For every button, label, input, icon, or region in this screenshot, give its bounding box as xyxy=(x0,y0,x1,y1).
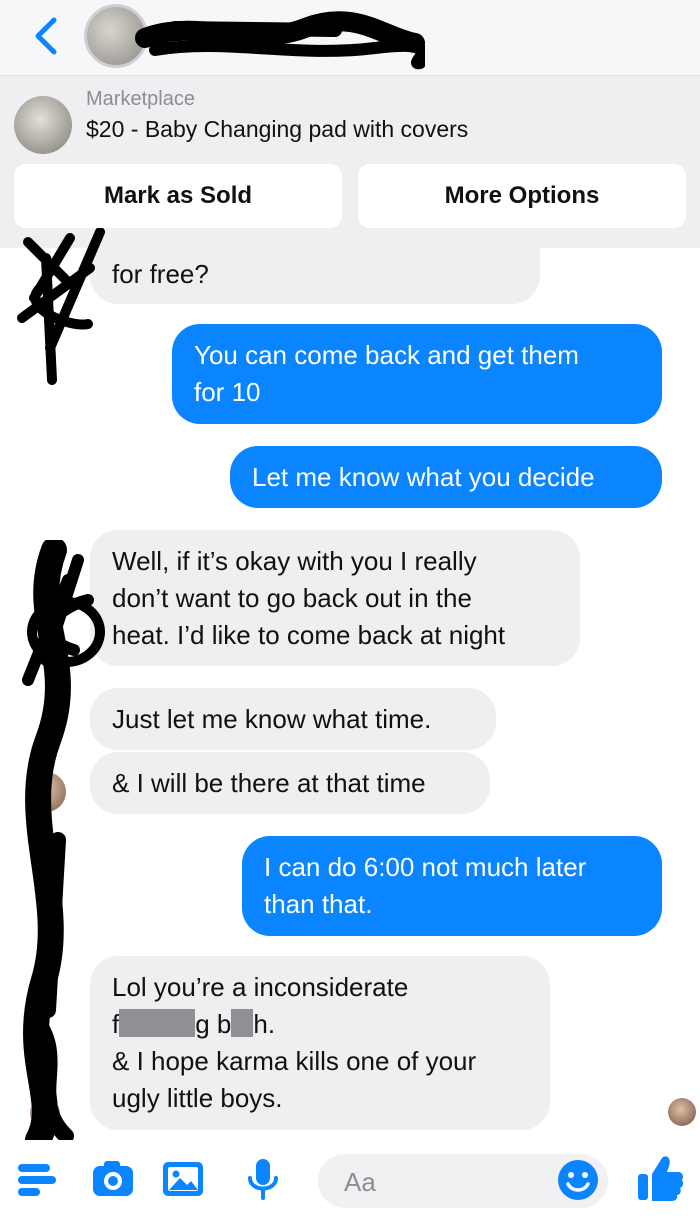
photo-icon[interactable] xyxy=(160,1156,206,1202)
message-bubble-incoming[interactable]: Just let me know what time. xyxy=(90,688,496,750)
message-text-censored: f g b h. xyxy=(112,1006,528,1043)
message-text: don’t want to go back out in the xyxy=(112,583,472,613)
message-text: for free? xyxy=(112,259,209,289)
message-input-placeholder: Aa xyxy=(344,1167,376,1197)
message-text: & I hope karma kills one of your xyxy=(112,1046,477,1076)
emoji-icon[interactable] xyxy=(556,1158,600,1202)
message-bubble-outgoing[interactable]: You can come back and get them for 10 xyxy=(172,324,662,424)
message-text: Well, if it’s okay with you I really xyxy=(112,546,477,576)
listing-title[interactable]: $20 - Baby Changing pad with covers xyxy=(86,116,468,143)
chevron-left-icon[interactable] xyxy=(26,14,66,58)
message-text: Lol you’re a inconsiderate xyxy=(112,972,409,1002)
sender-avatar[interactable] xyxy=(26,772,66,812)
censor-block xyxy=(119,1009,196,1037)
message-bubble-outgoing[interactable]: Let me know what you decide xyxy=(230,446,662,508)
microphone-icon[interactable] xyxy=(240,1156,286,1202)
message-text: Just let me know what time. xyxy=(112,704,432,734)
message-text: You can come back and get them xyxy=(194,340,579,370)
message-text: than that. xyxy=(264,889,373,919)
contact-name-redaction xyxy=(135,11,425,70)
message-text: & I will be there at that time xyxy=(112,768,426,798)
menu-icon[interactable] xyxy=(14,1156,60,1202)
message-bubble-incoming[interactable]: Well, if it’s okay with you I really don… xyxy=(90,530,580,666)
message-text: ugly little boys. xyxy=(112,1083,283,1113)
censored-word-end: h. xyxy=(253,1009,276,1039)
message-bubble-incoming[interactable]: & I will be there at that time xyxy=(90,752,490,814)
message-text: heat. I’d like to come back at night xyxy=(112,620,506,650)
message-bubble-outgoing[interactable]: I can do 6:00 not much later than that. xyxy=(242,836,662,936)
mark-as-sold-button[interactable]: Mark as Sold xyxy=(14,164,342,228)
marketplace-label: Marketplace xyxy=(86,88,195,110)
more-options-button[interactable]: More Options xyxy=(358,164,686,228)
sender-avatar[interactable] xyxy=(30,1098,60,1128)
censor-block xyxy=(231,1009,254,1037)
message-bubble-incoming[interactable]: Lol you’re a inconsiderate f g b h. & I ho… xyxy=(90,956,550,1130)
message-text: I can do 6:00 not much later xyxy=(264,852,587,882)
seen-receipt-avatar xyxy=(668,1098,696,1126)
censored-word-middle: g b xyxy=(195,1009,232,1039)
message-text: for 10 xyxy=(194,377,261,407)
censored-word-start: f xyxy=(112,1009,120,1039)
camera-icon[interactable] xyxy=(90,1156,136,1202)
marketplace-listing-header: Marketplace $20 - Baby Changing pad with… xyxy=(0,76,700,248)
navigation-bar xyxy=(0,0,700,76)
composer-bar: Aa xyxy=(0,1140,700,1222)
message-bubble-incoming[interactable]: for free? xyxy=(90,240,540,304)
message-text: Let me know what you decide xyxy=(252,462,595,492)
listing-thumbnail[interactable] xyxy=(14,96,72,154)
thumbs-up-icon[interactable] xyxy=(634,1152,686,1204)
